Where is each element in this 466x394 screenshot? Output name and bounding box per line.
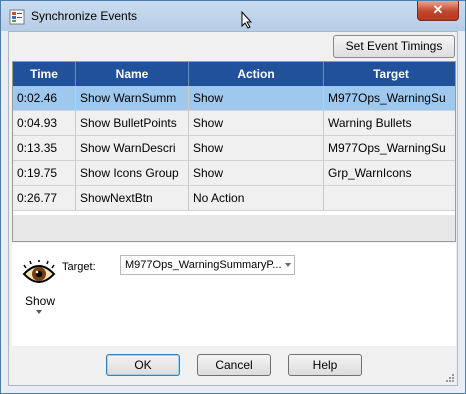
resize-grip-icon[interactable] xyxy=(445,373,455,383)
help-button[interactable]: Help xyxy=(288,354,362,376)
table-row[interactable]: 0:26.77 ShowNextBtn No Action xyxy=(13,185,455,211)
window-title: Synchronize Events xyxy=(31,9,138,23)
target-label: Target: xyxy=(62,261,96,273)
table-header-row: Time Name Action Target xyxy=(13,62,455,86)
cell-action: Show xyxy=(188,160,324,186)
title-bar[interactable]: Synchronize Events ✕ xyxy=(1,1,465,31)
table-empty-area xyxy=(13,215,455,241)
cell-target: M977Ops_WarningSu xyxy=(323,86,455,111)
app-icon xyxy=(9,9,25,25)
cell-action: No Action xyxy=(188,185,324,211)
close-button[interactable]: ✕ xyxy=(417,1,459,21)
cell-time: 0:02.46 xyxy=(13,86,76,111)
dialog-window: Synchronize Events ✕ Set Event Timings T… xyxy=(0,0,466,394)
cell-name: ShowNextBtn xyxy=(75,185,189,211)
cell-time: 0:13.35 xyxy=(13,135,76,161)
cell-target: Warning Bullets xyxy=(323,110,455,136)
action-panel: Show Target: M977Ops_WarningSummaryP... xyxy=(12,243,456,346)
target-select-value: M977Ops_WarningSummaryP... xyxy=(125,259,282,271)
column-header-name[interactable]: Name xyxy=(75,62,189,86)
column-header-target[interactable]: Target xyxy=(323,62,455,86)
cell-name: Show WarnDescri xyxy=(75,135,189,161)
cell-time: 0:19.75 xyxy=(13,160,76,186)
eye-icon[interactable] xyxy=(22,260,56,288)
cell-target: M977Ops_WarningSu xyxy=(323,135,455,161)
cancel-button[interactable]: Cancel xyxy=(197,354,271,376)
action-label[interactable]: Show xyxy=(25,294,55,308)
cell-action: Show xyxy=(188,110,324,136)
dialog-client-area: Set Event Timings Time Name Action Targe… xyxy=(8,31,458,386)
mouse-cursor-icon xyxy=(241,11,253,29)
cell-time: 0:04.93 xyxy=(13,110,76,136)
table-row[interactable]: 0:19.75 Show Icons Group Show Grp_WarnIcons xyxy=(13,160,455,186)
cell-action: Show xyxy=(188,135,324,161)
column-header-action[interactable]: Action xyxy=(188,62,324,86)
chevron-down-icon xyxy=(285,263,291,267)
cell-action: Show xyxy=(188,86,324,111)
events-table[interactable]: Time Name Action Target 0:02.46 Show Warn… xyxy=(12,61,456,242)
table-row[interactable]: 0:02.46 Show WarnSumm Show M977Ops_WarningS… xyxy=(13,86,455,111)
cell-time: 0:26.77 xyxy=(13,185,76,211)
cell-name: Show WarnSumm xyxy=(75,86,189,111)
cell-target: Grp_WarnIcons xyxy=(323,160,455,186)
ok-button[interactable]: OK xyxy=(106,354,180,376)
table-body: 0:02.46 Show WarnSumm Show M977Ops_WarningS… xyxy=(13,86,455,211)
cell-name: Show Icons Group xyxy=(75,160,189,186)
target-select[interactable]: M977Ops_WarningSummaryP... xyxy=(120,255,295,275)
action-dropdown-caret-icon[interactable] xyxy=(36,310,42,314)
set-event-timings-button[interactable]: Set Event Timings xyxy=(333,35,455,58)
column-header-time[interactable]: Time xyxy=(13,62,76,86)
cell-name: Show BulletPoints xyxy=(75,110,189,136)
table-row[interactable]: 0:04.93 Show BulletPoints Show Warning Bull… xyxy=(13,110,455,136)
cell-target xyxy=(323,185,455,211)
table-row[interactable]: 0:13.35 Show WarnDescri Show M977Ops_Warnin… xyxy=(13,135,455,161)
